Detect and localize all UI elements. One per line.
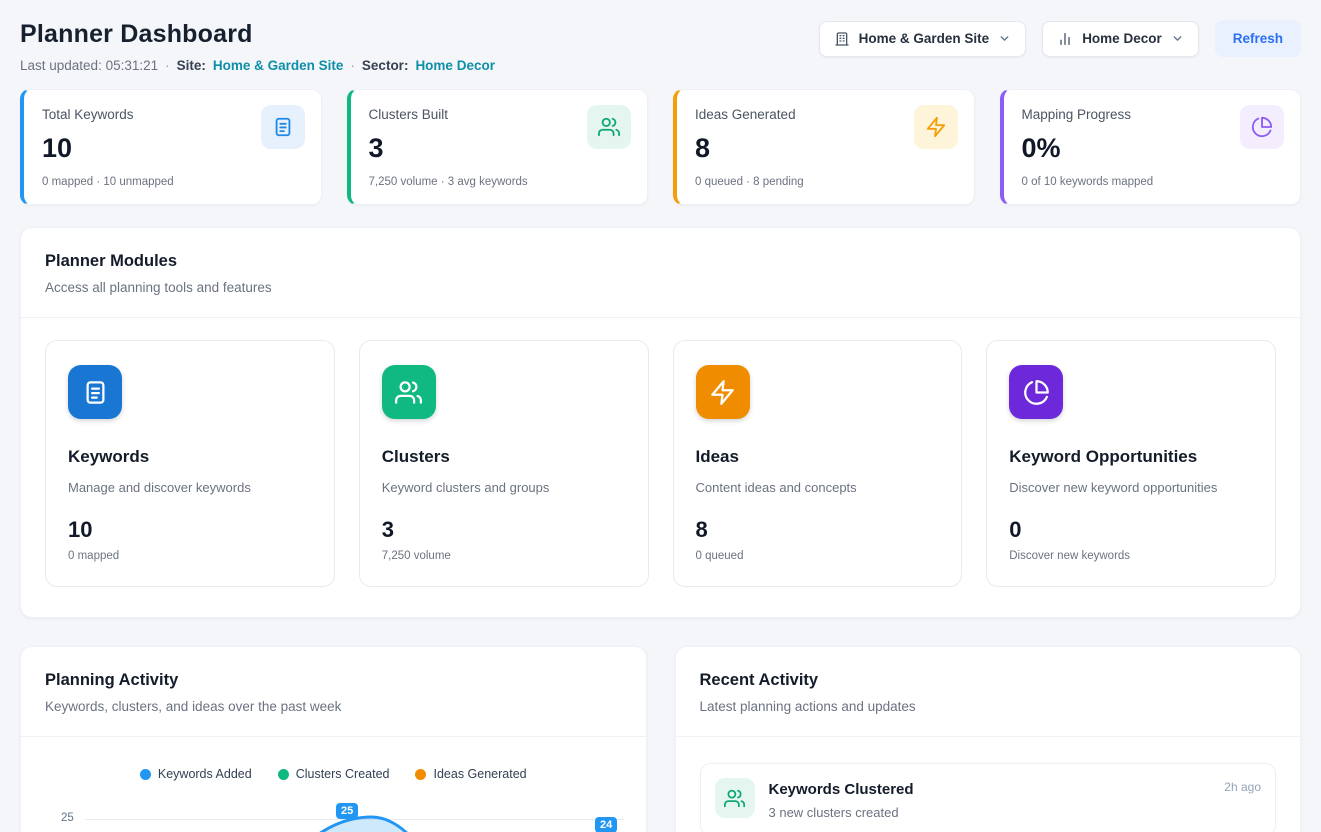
sector-selector-value: Home Decor <box>1082 31 1162 46</box>
modules-panel-subtitle: Access all planning tools and features <box>45 280 1276 295</box>
pie-chart-icon <box>1009 365 1063 419</box>
module-description: Content ideas and concepts <box>696 480 940 495</box>
page-title: Planner Dashboard <box>20 20 495 49</box>
activity-timestamp: 2h ago <box>1224 780 1261 794</box>
legend-label: Keywords Added <box>158 767 252 781</box>
activity-description: 3 new clusters created <box>769 805 914 820</box>
legend-dot-green <box>278 769 289 780</box>
stat-sub: 0 of 10 keywords mapped <box>1022 176 1283 188</box>
zap-icon <box>914 105 958 149</box>
stat-card-total-keywords: Total Keywords 10 0 mapped · 10 unmapped <box>20 89 322 205</box>
recent-activity-panel: Recent Activity Latest planning actions … <box>675 646 1302 832</box>
recent-activity-header: Recent Activity Latest planning actions … <box>676 647 1301 737</box>
module-sub: 0 mapped <box>68 550 312 562</box>
module-sub: Discover new keywords <box>1009 550 1253 562</box>
recent-activity-subtitle: Latest planning actions and updates <box>700 699 1277 714</box>
bar-chart-icon <box>1057 31 1073 47</box>
stats-row: Total Keywords 10 0 mapped · 10 unmapped… <box>20 89 1301 205</box>
header-title-block: Planner Dashboard Last updated: 05:31:21… <box>20 20 495 73</box>
planning-activity-subtitle: Keywords, clusters, and ideas over the p… <box>45 699 622 714</box>
site-selector-value: Home & Garden Site <box>859 31 990 46</box>
data-point-label: 24 <box>595 817 617 832</box>
stat-sub: 0 mapped · 10 unmapped <box>42 176 303 188</box>
stat-card-mapping-progress: Mapping Progress 0% 0 of 10 keywords map… <box>1000 89 1302 205</box>
modules-panel-header: Planner Modules Access all planning tool… <box>21 228 1300 318</box>
module-card-ideas[interactable]: Ideas Content ideas and concepts 8 0 que… <box>673 340 963 587</box>
refresh-button[interactable]: Refresh <box>1215 20 1301 57</box>
sector-link[interactable]: Home Decor <box>415 58 495 73</box>
legend-item-clusters-created: Clusters Created <box>278 767 390 781</box>
stat-sub: 0 queued · 8 pending <box>695 176 956 188</box>
planner-dashboard-page: Planner Dashboard Last updated: 05:31:21… <box>0 0 1321 832</box>
chevron-down-icon <box>998 32 1011 45</box>
module-sub: 0 queued <box>696 550 940 562</box>
module-value: 3 <box>382 517 626 543</box>
stat-card-ideas-generated: Ideas Generated 8 0 queued · 8 pending <box>673 89 975 205</box>
recent-activity-title: Recent Activity <box>700 671 1277 690</box>
users-icon <box>587 105 631 149</box>
planner-modules-panel: Planner Modules Access all planning tool… <box>20 227 1301 618</box>
legend-dot-orange <box>415 769 426 780</box>
modules-panel-title: Planner Modules <box>45 252 1276 271</box>
module-title: Clusters <box>382 447 626 467</box>
activity-item-body: Keywords Clustered 3 new clusters create… <box>769 778 914 820</box>
module-sub: 7,250 volume <box>382 550 626 562</box>
module-card-keyword-opportunities[interactable]: Keyword Opportunities Discover new keywo… <box>986 340 1276 587</box>
users-icon <box>715 778 755 818</box>
site-selector-dropdown[interactable]: Home & Garden Site <box>819 21 1027 57</box>
module-description: Discover new keyword opportunities <box>1009 480 1253 495</box>
data-point-label: 25 <box>336 803 358 819</box>
planning-activity-panel: Planning Activity Keywords, clusters, an… <box>20 646 647 832</box>
module-title: Keyword Opportunities <box>1009 447 1253 467</box>
planning-activity-chart: 25 25 24 <box>37 793 630 832</box>
chart-legend: Keywords Added Clusters Created Ideas Ge… <box>21 767 646 781</box>
modules-grid: Keywords Manage and discover keywords 10… <box>21 318 1300 617</box>
header-controls: Home & Garden Site Home Decor Refresh <box>819 20 1301 57</box>
page-meta: Last updated: 05:31:21 · Site: Home & Ga… <box>20 58 495 73</box>
legend-label: Clusters Created <box>296 767 390 781</box>
chevron-down-icon <box>1171 32 1184 45</box>
module-title: Keywords <box>68 447 312 467</box>
module-value: 10 <box>68 517 312 543</box>
page-header: Planner Dashboard Last updated: 05:31:21… <box>20 20 1301 73</box>
building-icon <box>834 31 850 47</box>
meta-separator: · <box>165 58 170 73</box>
sector-label: Sector: <box>362 58 409 73</box>
legend-item-keywords-added: Keywords Added <box>140 767 252 781</box>
planning-activity-title: Planning Activity <box>45 671 622 690</box>
legend-dot-blue <box>140 769 151 780</box>
legend-item-ideas-generated: Ideas Generated <box>415 767 526 781</box>
legend-label: Ideas Generated <box>433 767 526 781</box>
module-card-clusters[interactable]: Clusters Keyword clusters and groups 3 7… <box>359 340 649 587</box>
pie-chart-icon <box>1240 105 1284 149</box>
y-axis-tick: 25 <box>61 812 74 824</box>
module-description: Manage and discover keywords <box>68 480 312 495</box>
zap-icon <box>696 365 750 419</box>
activity-list: Keywords Clustered 3 new clusters create… <box>676 737 1301 832</box>
document-icon <box>261 105 305 149</box>
last-updated-text: Last updated: 05:31:21 <box>20 58 158 73</box>
users-icon <box>382 365 436 419</box>
activity-item-keywords-clustered[interactable]: Keywords Clustered 3 new clusters create… <box>700 763 1277 832</box>
site-label: Site: <box>177 58 206 73</box>
module-value: 8 <box>696 517 940 543</box>
stat-sub: 7,250 volume · 3 avg keywords <box>369 176 630 188</box>
activity-title: Keywords Clustered <box>769 781 914 798</box>
module-description: Keyword clusters and groups <box>382 480 626 495</box>
sector-selector-dropdown[interactable]: Home Decor <box>1042 21 1199 57</box>
meta-separator: · <box>350 58 355 73</box>
module-value: 0 <box>1009 517 1253 543</box>
stat-card-clusters-built: Clusters Built 3 7,250 volume · 3 avg ke… <box>347 89 649 205</box>
module-card-keywords[interactable]: Keywords Manage and discover keywords 10… <box>45 340 335 587</box>
planning-activity-header: Planning Activity Keywords, clusters, an… <box>21 647 646 737</box>
document-icon <box>68 365 122 419</box>
module-title: Ideas <box>696 447 940 467</box>
bottom-row: Planning Activity Keywords, clusters, an… <box>20 646 1301 832</box>
site-link[interactable]: Home & Garden Site <box>213 58 344 73</box>
